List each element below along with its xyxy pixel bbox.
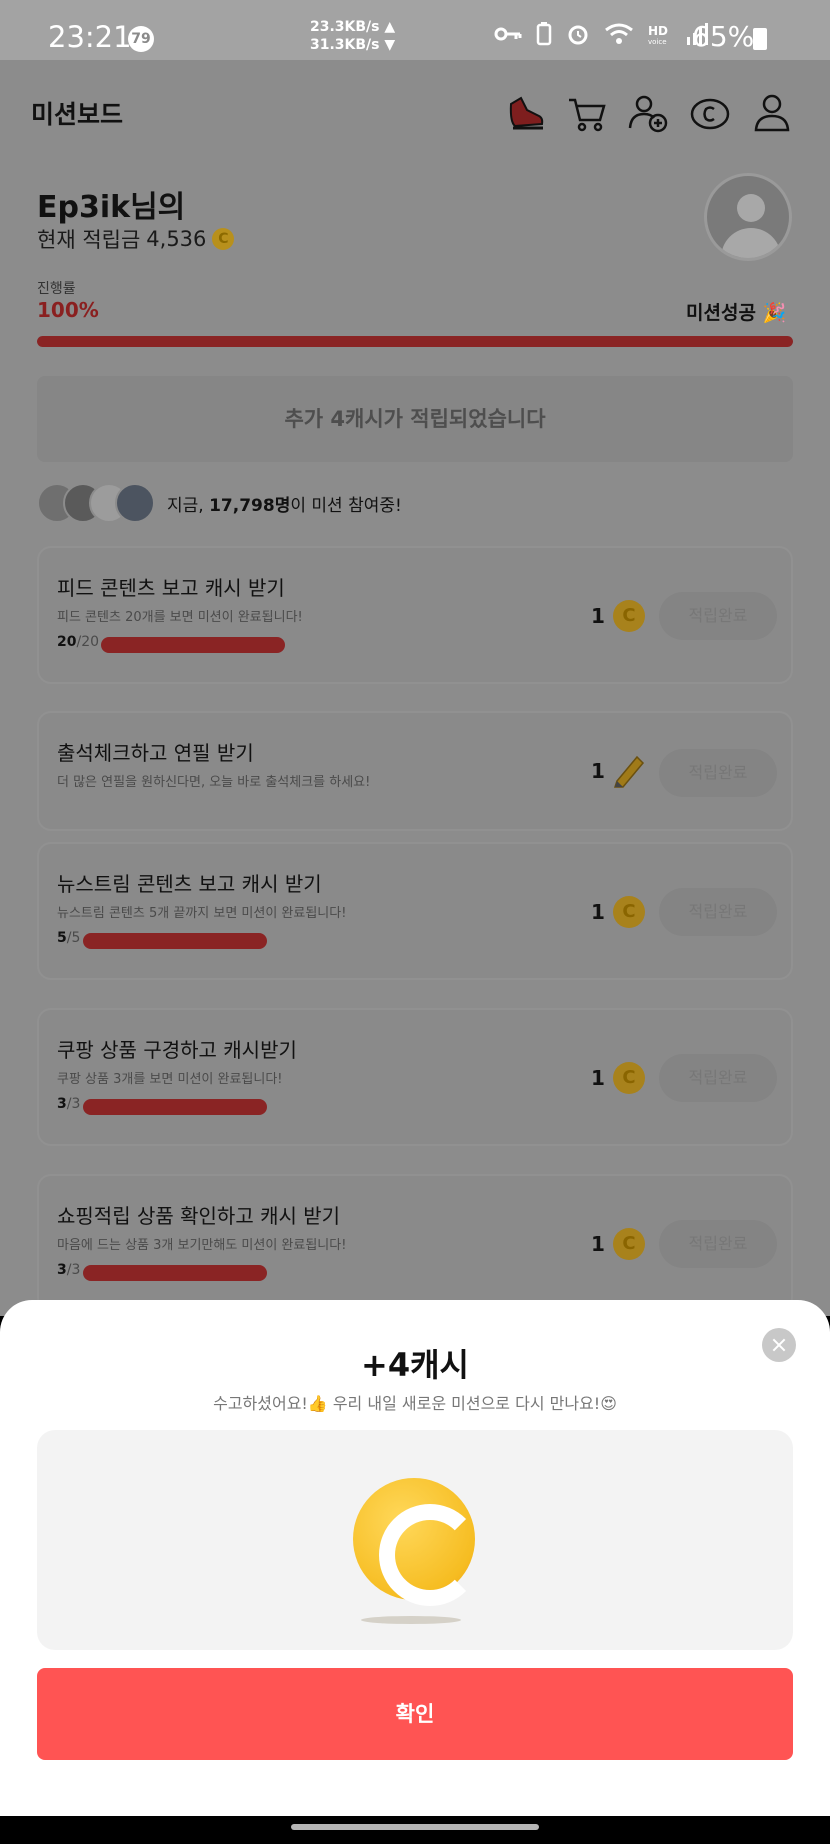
battery-icon <box>753 28 767 50</box>
cash-label: 현재 적립금 <box>37 228 141 252</box>
user-name: Ep3ik님의 <box>37 190 186 225</box>
mission-progress-bar <box>83 1099 267 1115</box>
svg-text:HD: HD <box>648 24 668 38</box>
pencil-icon <box>613 755 645 788</box>
mission-desc: 피드 콘텐츠 20개를 보면 미션이 완료됩니다! <box>57 610 303 625</box>
avatar[interactable] <box>704 173 792 261</box>
battery-percent: 65% <box>692 20 755 53</box>
cash-icon[interactable] <box>689 92 731 134</box>
participant-avatar <box>115 483 155 523</box>
mission-desc: 마음에 드는 상품 3개 보기만해도 미션이 완료됩니다! <box>57 1238 347 1253</box>
mission-count: 20/20 <box>57 634 100 650</box>
reward-title: +4캐시 <box>361 1346 469 1384</box>
reward-claimed-button[interactable]: 적립완료 <box>659 1220 777 1268</box>
mission-card: 뉴스트림 콘텐츠 보고 캐시 받기 뉴스트림 콘텐츠 5개 끝까지 보면 미션이… <box>37 842 793 980</box>
reward-subtitle: 수고하셨어요!👍 우리 내일 새로운 미션으로 다시 만나요!😍 <box>213 1394 617 1413</box>
reward-claimed-button[interactable]: 적립완료 <box>659 1054 777 1102</box>
progress-bar-fill <box>37 336 793 347</box>
header-actions <box>505 92 793 134</box>
mission-card: 피드 콘텐츠 보고 캐시 받기 피드 콘텐츠 20개를 보면 미션이 완료됩니다… <box>37 546 793 684</box>
progress-bar <box>37 336 793 347</box>
alarm-icon <box>568 25 588 45</box>
coin-icon: C <box>613 600 645 632</box>
mission-desc: 더 많은 연필을 원하신다면, 오늘 바로 출석체크를 하세요! <box>57 775 371 790</box>
net-down-text: 31.3KB/s ▼ <box>310 37 396 53</box>
reward-claimed-button[interactable]: 적립완료 <box>659 592 777 640</box>
mission-card: 쿠팡 상품 구경하고 캐시받기 쿠팡 상품 3개를 보면 미션이 완료됩니다! … <box>37 1008 793 1146</box>
mission-title: 출석체크하고 연필 받기 <box>57 741 254 765</box>
mission-reward: 1 <box>591 604 605 628</box>
cash-value: 4,536 <box>146 227 207 251</box>
net-up-text: 23.3KB/s ▲ <box>310 19 396 35</box>
key-icon <box>494 27 522 41</box>
reward-image-box <box>37 1430 793 1650</box>
mission-title: 피드 콘텐츠 보고 캐시 받기 <box>57 576 285 600</box>
reward-bottom-sheet: +4캐시 수고하셨어요!👍 우리 내일 새로운 미션으로 다시 만나요!😍 확인 <box>0 1300 830 1816</box>
mission-reward: 1 <box>591 759 605 783</box>
progress-label: 진행률 <box>37 281 76 297</box>
mission-progress-bar <box>83 1265 267 1281</box>
avatar-body <box>721 228 781 258</box>
status-bar: 23:21 79 23.3KB/s ▲ 31.3KB/s ▼ HD voice 6… <box>0 0 830 60</box>
mission-desc: 쿠팡 상품 3개를 보면 미션이 완료됩니다! <box>57 1072 283 1087</box>
system-nav-bar <box>0 1816 830 1844</box>
mission-reward: 1 <box>591 1066 605 1090</box>
mission-card: 쇼핑적립 상품 확인하고 캐시 받기 마음에 드는 상품 3개 보기만해도 미션… <box>37 1174 793 1312</box>
cart-icon[interactable] <box>567 92 607 134</box>
profile-icon[interactable] <box>751 92 793 134</box>
mission-title: 쿠팡 상품 구경하고 캐시받기 <box>57 1038 297 1062</box>
coin-icon <box>353 1478 475 1600</box>
home-gesture-handle[interactable] <box>291 1824 539 1830</box>
mission-count: 5/5 <box>57 930 81 946</box>
wifi-icon <box>605 23 633 44</box>
mission-count: 3/3 <box>57 1262 81 1278</box>
mission-board-screen: 미션보드 Ep3ik님의 현재 적립금 4,536 C 진행률 100% 미션성… <box>0 60 830 1316</box>
mission-progress-bar <box>101 637 285 653</box>
add-friend-icon[interactable] <box>627 92 669 134</box>
notification-count-badge: 79 <box>128 26 154 52</box>
mission-desc: 뉴스트림 콘텐츠 5개 끝까지 보면 미션이 완료됩니다! <box>57 906 347 921</box>
hd-voice-icon: HDvoice <box>648 24 668 45</box>
mission-reward: 1 <box>591 900 605 924</box>
reward-claimed-button[interactable]: 적립완료 <box>659 749 777 797</box>
current-cash: 현재 적립금 4,536 C <box>37 224 235 254</box>
coin-shadow <box>361 1616 461 1624</box>
mission-reward: 1 <box>591 1232 605 1256</box>
bonus-notice: 추가 4캐시가 적립되었습니다 <box>37 376 793 462</box>
participants-text: 지금, 17,798명이 미션 참여중! <box>167 495 402 516</box>
confirm-button[interactable]: 확인 <box>37 1668 793 1760</box>
coin-icon: C <box>613 896 645 928</box>
mission-progress-bar <box>83 933 267 949</box>
coin-icon: C <box>613 1228 645 1260</box>
status-time: 23:21 <box>48 20 132 54</box>
battery-saver-icon <box>536 22 552 46</box>
network-speed: 23.3KB/s ▲ 31.3KB/s ▼ <box>310 18 395 54</box>
page-title: 미션보드 <box>31 100 124 129</box>
avatar-head <box>737 194 765 222</box>
mission-title: 쇼핑적립 상품 확인하고 캐시 받기 <box>57 1204 341 1228</box>
status-icons: HD voice <box>494 22 708 46</box>
mission-success-label: 미션성공 🎉 <box>686 302 787 324</box>
coin-icon: C <box>613 1062 645 1094</box>
mission-title: 뉴스트림 콘텐츠 보고 캐시 받기 <box>57 872 322 896</box>
mission-card: 출석체크하고 연필 받기 더 많은 연필을 원하신다면, 오늘 바로 출석체크를… <box>37 711 793 831</box>
coin-icon: C <box>212 228 235 250</box>
svg-text:voice: voice <box>648 38 667 45</box>
mission-count: 3/3 <box>57 1096 81 1112</box>
progress-value: 100% <box>37 298 99 322</box>
participants-row: 지금, 17,798명이 미션 참여중! <box>37 483 402 523</box>
sneaker-icon[interactable] <box>505 92 547 134</box>
reward-claimed-button[interactable]: 적립완료 <box>659 888 777 936</box>
